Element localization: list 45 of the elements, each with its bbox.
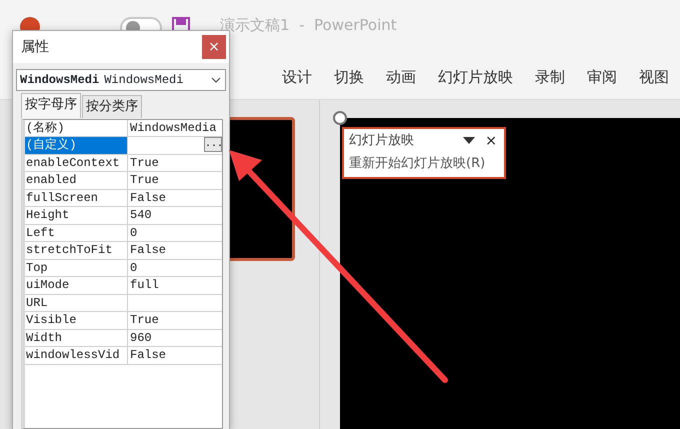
property-name[interactable]: (自定义)	[25, 137, 128, 154]
property-value[interactable]: 0	[128, 224, 222, 241]
property-value[interactable]: False	[128, 347, 222, 364]
chevron-down-icon	[211, 76, 221, 84]
property-value[interactable]: True	[128, 172, 222, 188]
rotate-handle[interactable]	[333, 111, 347, 125]
property-name[interactable]: Width	[25, 330, 128, 346]
close-button[interactable]: ×	[202, 35, 226, 59]
property-value[interactable]: 0	[128, 260, 222, 276]
dropdown-icon[interactable]	[463, 136, 476, 145]
property-value[interactable]: 540	[128, 207, 222, 224]
ribbon-tab[interactable]: 设计	[271, 56, 323, 99]
property-name[interactable]: URL	[25, 294, 128, 311]
ribbon-tab[interactable]: 录制	[524, 56, 576, 99]
ribbon-tab[interactable]: 动画	[375, 56, 427, 99]
property-name[interactable]: stretchToFit	[25, 242, 128, 258]
close-button[interactable]: ×	[483, 134, 499, 148]
property-name[interactable]: uiMode	[25, 277, 128, 294]
property-name[interactable]: enabled	[25, 172, 128, 188]
tab[interactable]: 按字母序	[21, 93, 81, 118]
ribbon-tab[interactable]: 幻灯片放映	[427, 56, 524, 99]
property-value[interactable]: full	[128, 277, 222, 294]
ellipsis-button[interactable]: ...	[204, 137, 222, 152]
property-value[interactable]: True	[128, 312, 222, 328]
object-dropdown[interactable]: WindowsMedi WindowsMedi	[16, 69, 226, 91]
dialog-title: 属性	[21, 38, 49, 56]
property-value[interactable]: False	[128, 242, 222, 258]
property-value[interactable]: WindowsMedia	[128, 120, 222, 136]
ribbon-tab[interactable]: 视图	[628, 56, 680, 99]
popup-title: 幻灯片放映	[349, 132, 414, 150]
property-name[interactable]: Left	[25, 224, 128, 241]
property-value[interactable]: 960	[128, 330, 222, 346]
property-name[interactable]: (名称)	[25, 120, 128, 136]
tab[interactable]: 按分类序	[82, 95, 142, 118]
property-name[interactable]: fullScreen	[25, 190, 128, 206]
ribbon-tab[interactable]: 切换	[323, 56, 375, 99]
property-value[interactable]: True	[128, 154, 222, 171]
property-name[interactable]: enableContext	[25, 154, 128, 171]
ribbon-tab[interactable]: 审阅	[576, 56, 628, 99]
property-name[interactable]: Top	[25, 260, 128, 276]
property-name[interactable]: Height	[25, 207, 128, 224]
restart-slideshow-link[interactable]: 重新开始幻灯片放映(R)	[349, 154, 499, 173]
property-value[interactable]: False	[128, 190, 222, 206]
property-name[interactable]: windowlessVid	[25, 347, 128, 364]
property-name[interactable]: Visible	[25, 312, 128, 328]
